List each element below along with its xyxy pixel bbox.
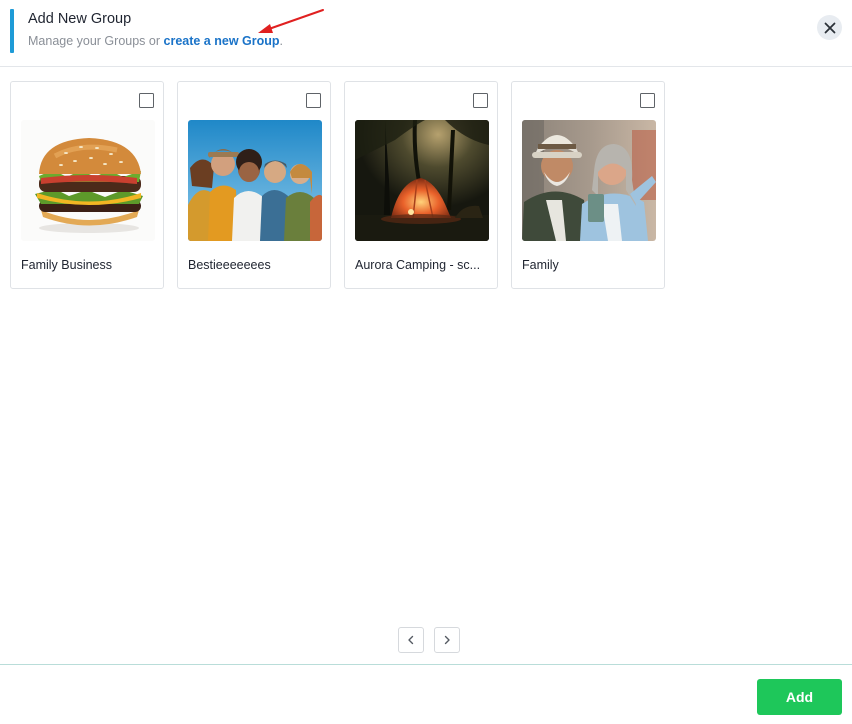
subtitle-text: Manage your Groups or: [28, 34, 164, 48]
burger-photo: [21, 120, 155, 241]
group-card[interactable]: Bestieeeeeees: [177, 81, 331, 289]
dialog-title: Add New Group: [28, 11, 132, 27]
close-button[interactable]: [817, 15, 842, 40]
chevron-right-icon: [444, 635, 450, 645]
friends-group-photo: [188, 120, 322, 241]
group-checkbox[interactable]: [139, 93, 154, 108]
group-checkbox[interactable]: [306, 93, 321, 108]
group-name: Family: [522, 258, 559, 272]
dialog-subtitle: Manage your Groups or create a new Group…: [28, 34, 283, 48]
group-name: Family Business: [21, 258, 112, 272]
group-card[interactable]: Family: [511, 81, 665, 289]
couple-selfie-photo: [522, 120, 656, 241]
header-accent-bar: [10, 9, 14, 53]
subtitle-period: .: [279, 34, 283, 48]
footer-divider: [0, 664, 852, 665]
previous-page-button[interactable]: [398, 627, 424, 653]
add-button[interactable]: Add: [757, 679, 842, 715]
group-checkbox[interactable]: [473, 93, 488, 108]
group-name: Aurora Camping - sc...: [355, 258, 481, 272]
red-arrow-annotation-icon: [258, 9, 324, 33]
group-checkbox[interactable]: [640, 93, 655, 108]
create-new-group-link[interactable]: create a new Group: [164, 34, 280, 48]
night-tent-camping-photo: [355, 120, 489, 241]
group-name: Bestieeeeeees: [188, 258, 271, 272]
dialog-header: Add New Group Manage your Groups or crea…: [0, 0, 852, 67]
chevron-left-icon: [408, 635, 414, 645]
next-page-button[interactable]: [434, 627, 460, 653]
group-card[interactable]: Family Business: [10, 81, 164, 289]
close-icon: [824, 22, 835, 33]
group-card[interactable]: Aurora Camping - sc...: [344, 81, 498, 289]
